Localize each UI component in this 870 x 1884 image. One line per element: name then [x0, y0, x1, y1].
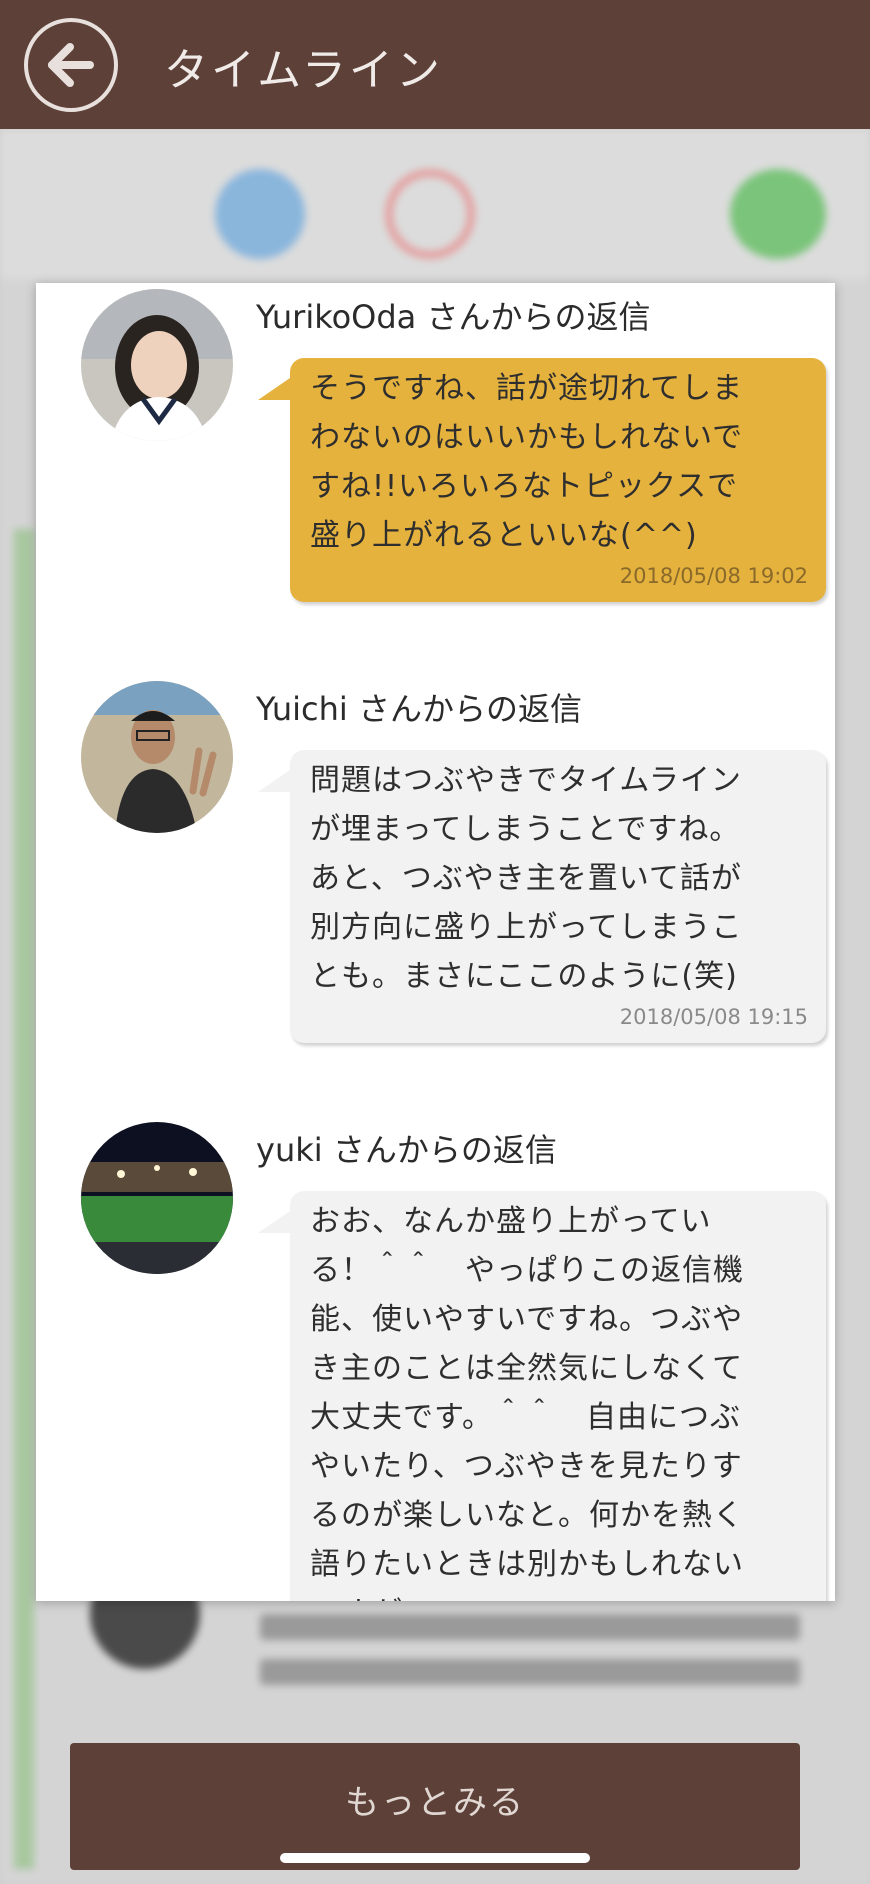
reply-author: YurikoOda さんからの返信: [256, 298, 651, 336]
back-button[interactable]: [24, 18, 118, 112]
background-text-line: [260, 1659, 800, 1685]
reply-bubble: 問題はつぶやきでタイムライン が埋まってしまうことですね。 あと、つぶやき主を置…: [258, 750, 826, 1043]
reply-timestamp: 2018/05/08 19:02: [619, 564, 808, 588]
replies-modal[interactable]: YurikoOda さんからの返信 そうですね、話が途切れてしま わないのはいい…: [36, 283, 835, 1601]
background-rail: [14, 529, 34, 1869]
arrow-left-icon: [48, 43, 94, 87]
background-text-line: [260, 1614, 800, 1640]
reply-bubble: そうですね、話が途切れてしま わないのはいいかもしれないで すね!!いろいろなト…: [258, 358, 826, 602]
bubble-tail: [258, 1211, 290, 1233]
reply-timestamp: 2018/05/08 19:15: [619, 1005, 808, 1029]
reply-text: そうですね、話が途切れてしま わないのはいいかもしれないで すね!!いろいろなト…: [310, 371, 744, 553]
avatar[interactable]: [81, 1122, 233, 1274]
reply-author: Yuichi さんからの返信: [256, 690, 582, 728]
bubble-tail: [258, 770, 290, 792]
reply-author: yuki さんからの返信: [256, 1131, 557, 1169]
background-green-icon: [730, 169, 826, 259]
see-more-button[interactable]: もっとみる: [70, 1743, 800, 1870]
background-blue-icon: [215, 169, 305, 259]
home-indicator[interactable]: [280, 1853, 590, 1863]
app-bar: タイムライン: [0, 0, 870, 129]
avatar[interactable]: [81, 681, 233, 833]
reply-text: 問題はつぶやきでタイムライン が埋まってしまうことですね。 あと、つぶやき主を置…: [310, 763, 743, 994]
reply-bubble: おお、なんか盛り上がってい る！＾＾ やっぱりこの返信機 能、使いやすいですね。…: [258, 1191, 826, 1601]
page-title: タイムライン: [164, 45, 443, 96]
bubble-tail: [258, 378, 290, 400]
background-red-icon: [385, 169, 475, 259]
reply-text: おお、なんか盛り上がってい る！＾＾ やっぱりこの返信機 能、使いやすいですね。…: [310, 1204, 744, 1601]
avatar[interactable]: [81, 289, 233, 441]
